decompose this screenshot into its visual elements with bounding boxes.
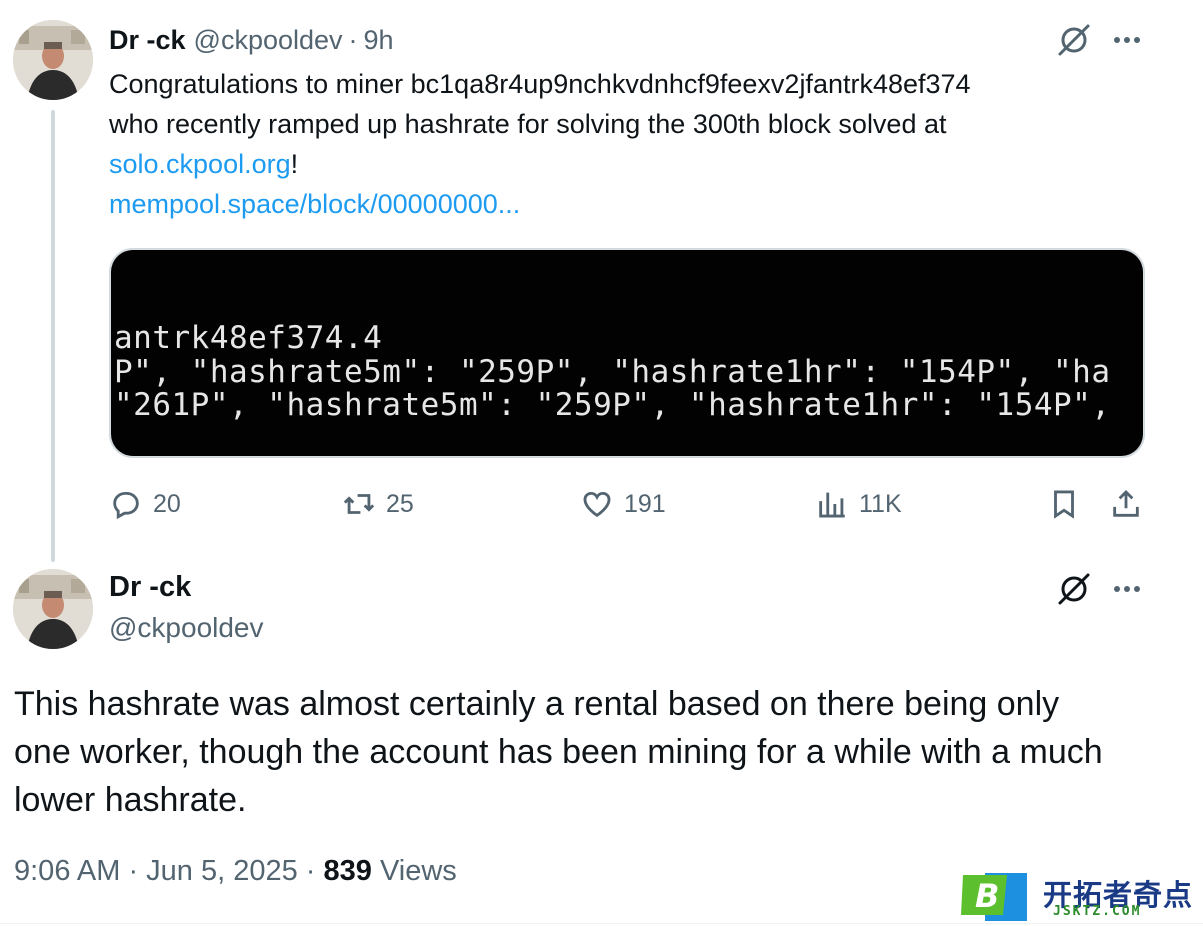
- share-button[interactable]: [1109, 484, 1143, 524]
- tweet-text-line: mempool.space/block/00000000...: [109, 184, 1149, 224]
- like-button[interactable]: 191: [580, 484, 666, 524]
- tweet-meta: 9:06 AM · Jun 5, 2025 · 839 Views: [14, 855, 457, 888]
- reply-button[interactable]: 20: [109, 484, 181, 524]
- bookmark-button[interactable]: [1047, 484, 1081, 524]
- watermark: B 开拓者奇点 JSKTZ.COM: [961, 867, 1197, 923]
- views-count: 11K: [859, 489, 902, 518]
- repost-icon: [343, 494, 375, 514]
- like-count: 191: [624, 489, 666, 518]
- separator-dot: ·: [348, 24, 358, 55]
- thread-connector-line: [51, 110, 55, 562]
- more-options-icon[interactable]: [1109, 22, 1145, 58]
- tweet-text-line: one worker, though the account has been …: [14, 733, 1103, 771]
- tweet-text-line: This hashrate was almost certainly a ren…: [14, 685, 1060, 723]
- tweet-header: Dr -ck @ckpooldev · 9h: [109, 22, 394, 58]
- share-icon: [1113, 489, 1139, 517]
- views-label: Views: [371, 855, 457, 887]
- avatar[interactable]: [13, 569, 93, 649]
- tweet-time[interactable]: 9h: [364, 25, 394, 56]
- reply-icon: [113, 491, 139, 520]
- avatar-image: [13, 20, 93, 100]
- repost-button[interactable]: 25: [342, 484, 414, 524]
- tweet-text-line: lower hashrate.: [14, 781, 247, 819]
- tweet-text: Congratulations to miner bc1qa8r4up9nchk…: [109, 64, 1149, 224]
- avatar-image: [13, 569, 93, 649]
- author-handle[interactable]: @ckpooldev: [194, 25, 343, 56]
- heart-icon: [583, 491, 611, 518]
- exclamation: !: [290, 149, 299, 179]
- views-button[interactable]: 11K: [815, 484, 902, 524]
- tweet-media-image[interactable]: antrk48ef374.4 P", "hashrate5m": "259P",…: [109, 248, 1145, 458]
- analytics-icon: [819, 492, 845, 518]
- watermark-logo-letter: B: [975, 877, 999, 915]
- tweet-actions-bar: 20 25 191 11K: [109, 484, 1149, 524]
- grok-icon[interactable]: [1056, 22, 1092, 58]
- tweet-text-line: who recently ramped up hashrate for solv…: [109, 109, 947, 139]
- author-handle[interactable]: @ckpooldev: [109, 612, 264, 644]
- more-options-icon[interactable]: [1109, 571, 1145, 607]
- tweet-text-line: solo.ckpool.org!: [109, 144, 1149, 184]
- reply-count: 20: [153, 489, 181, 518]
- ckpool-link[interactable]: solo.ckpool.org: [109, 149, 291, 179]
- terminal-line: P", "hashrate5m": "259P", "hashrate1hr":…: [114, 354, 1111, 390]
- view-count: 839: [323, 855, 372, 887]
- terminal-screenshot: antrk48ef374.4 P", "hashrate5m": "259P",…: [111, 250, 1143, 456]
- tweet-text-line: Congratulations to miner bc1qa8r4up9nchk…: [109, 69, 971, 99]
- grok-icon[interactable]: [1056, 571, 1092, 607]
- mempool-link[interactable]: mempool.space/block/00000000...: [109, 189, 520, 219]
- author-name[interactable]: Dr -ck: [109, 571, 191, 604]
- tweet-text: This hashrate was almost certainly a ren…: [14, 680, 1174, 824]
- timestamp[interactable]: 9:06 AM · Jun 5, 2025 ·: [14, 855, 324, 887]
- avatar[interactable]: [13, 20, 93, 100]
- terminal-line: "261P", "hashrate5m": "259P", "hashrate1…: [114, 387, 1111, 423]
- terminal-line: antrk48ef374.4: [114, 320, 383, 356]
- bookmark-icon: [1054, 490, 1074, 519]
- divider: [0, 923, 1203, 924]
- author-name[interactable]: Dr -ck: [109, 25, 186, 56]
- watermark-en-text: JSKTZ.COM: [1053, 904, 1142, 919]
- repost-count: 25: [386, 489, 414, 518]
- watermark-logo-icon: B: [961, 873, 1027, 921]
